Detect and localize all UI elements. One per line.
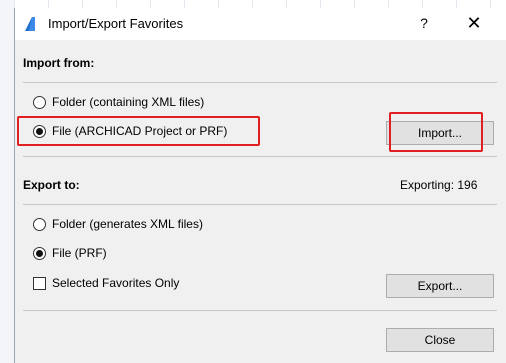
selected-favorites-option[interactable]: Selected Favorites Only [33, 276, 179, 290]
close-button[interactable]: Close [386, 328, 494, 352]
export-file-radio[interactable] [33, 246, 46, 260]
export-count-status: Exporting: 196 [400, 178, 478, 192]
export-file-option[interactable]: File (PRF) [33, 246, 107, 260]
export-separator [23, 204, 497, 205]
import-folder-label: Folder (containing XML files) [52, 95, 205, 109]
close-window-icon[interactable]: ✕ [461, 12, 487, 34]
window-title: Import/Export Favorites [48, 16, 184, 31]
export-folder-label: Folder (generates XML files) [52, 217, 203, 231]
export-file-label: File (PRF) [52, 246, 107, 260]
import-section-label: Import from: [23, 56, 95, 70]
selected-favorites-label: Selected Favorites Only [52, 276, 180, 290]
title-bar: Import/Export Favorites ? ✕ [15, 8, 506, 40]
footer-separator [23, 310, 497, 311]
import-folder-option[interactable]: Folder (containing XML files) [33, 95, 204, 109]
archicad-app-icon [25, 17, 35, 31]
import-folder-radio[interactable] [33, 95, 46, 109]
selected-favorites-checkbox[interactable] [33, 276, 46, 290]
background-edge [0, 0, 14, 363]
import-button-highlight [389, 112, 483, 152]
export-button[interactable]: Export... [386, 274, 494, 298]
export-folder-radio[interactable] [33, 217, 46, 231]
export-folder-option[interactable]: Folder (generates XML files) [33, 217, 203, 231]
help-button[interactable]: ? [413, 12, 435, 34]
import-export-dialog: Import/Export Favorites ? ✕ Import from:… [14, 8, 506, 363]
export-section-label: Export to: [23, 178, 80, 192]
import-file-highlight [17, 116, 260, 146]
section-separator [23, 156, 497, 157]
import-separator [23, 82, 497, 83]
